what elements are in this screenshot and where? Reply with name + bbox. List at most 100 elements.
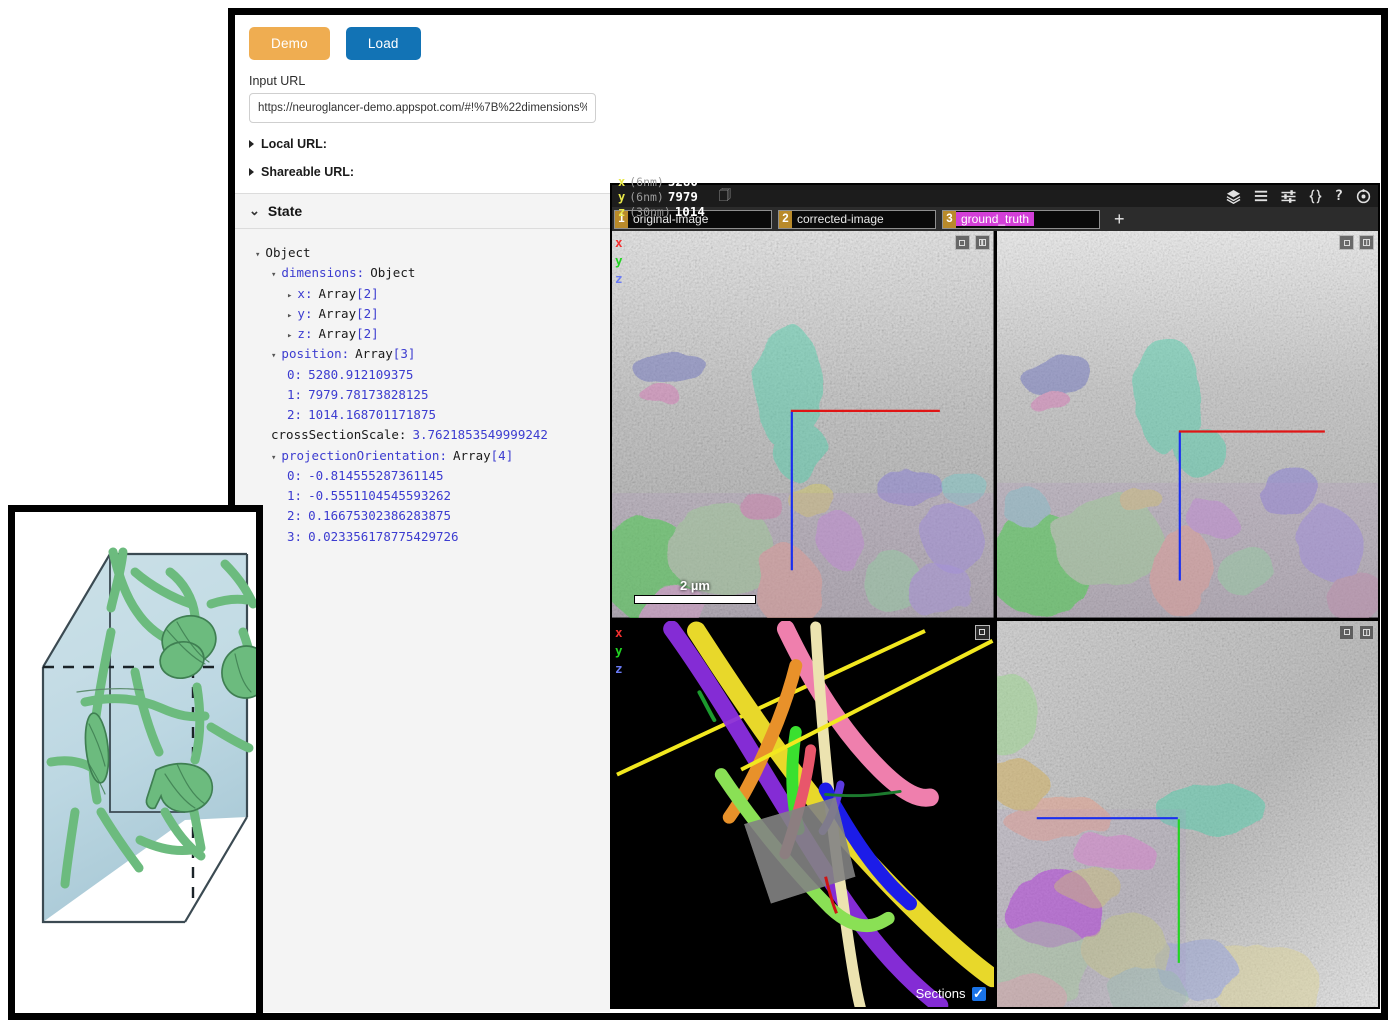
maximize-panel-icon[interactable]	[1339, 235, 1354, 250]
action-button-row: Demo Load	[249, 27, 596, 60]
state-tree-key: projectionOrientation:	[281, 447, 447, 463]
application-window: Demo Load Input URL Local URL: Shareable…	[228, 8, 1388, 1020]
state-tree-value: 3.7621853549999242	[412, 427, 548, 443]
axis-label-z: z	[615, 660, 623, 676]
scale-bar-line	[634, 594, 756, 604]
axis-label-x: x	[615, 624, 623, 640]
maximize-panel-icon[interactable]	[974, 624, 990, 640]
coordinate-value[interactable]: 1014	[675, 204, 705, 219]
state-title: State	[267, 203, 303, 219]
viewer-toolbar: x (6nm) 5280 y (6nm) 7979 z (30nm) 1014 🗍	[612, 174, 1378, 219]
state-tree-node: 2: 1014.168701171875	[245, 405, 600, 425]
coordinate-axis-label: x	[618, 174, 626, 189]
sliders-icon[interactable]	[1281, 189, 1296, 204]
state-json-tree[interactable]: ▾ Object ▾ dimensions: Object ▸ x: Array[2] ▸ y: A…	[235, 229, 610, 1012]
help-icon[interactable]: ?	[1335, 188, 1343, 204]
state-tree-key: 0:	[287, 366, 303, 382]
tree-expand-closed-icon[interactable]: ▸	[287, 309, 292, 324]
input-url-field[interactable]	[249, 93, 596, 123]
input-url-label: Input URL	[249, 74, 306, 88]
sections-label: Sections	[915, 986, 966, 1001]
load-button[interactable]: Load	[345, 27, 421, 60]
state-tree-node[interactable]: ▾ Object	[245, 243, 600, 263]
viewer-toolbar-icons: ?	[1226, 185, 1371, 207]
sections-checkbox[interactable]: ✓	[971, 986, 986, 1001]
state-tree-value: -0.814555287361145	[308, 467, 444, 483]
local-url-disclosure[interactable]: Local URL:	[249, 137, 596, 151]
state-tree-key: x:	[297, 285, 313, 301]
state-tree-value: 7979.78173828125	[308, 386, 429, 402]
layer-name: corrected-image	[797, 212, 884, 226]
panel-yz-cross-section[interactable]	[996, 620, 1378, 1007]
state-tree-key: crossSectionScale:	[271, 427, 407, 443]
axis-orientation-labels: x y z	[615, 624, 623, 678]
state-tree-value: Array[2]	[318, 285, 379, 301]
state-tree-key: y:	[297, 305, 313, 321]
coordinate-x[interactable]: x (6nm) 5280	[618, 174, 705, 189]
coordinate-y[interactable]: y (6nm) 7979	[618, 189, 705, 204]
state-tree-node[interactable]: ▾ projectionOrientation: Array[4]	[245, 446, 600, 466]
split-panel-icon[interactable]	[1359, 624, 1374, 640]
tree-expand-closed-icon[interactable]: ▸	[287, 329, 292, 344]
layer-tab-corrected-image[interactable]: 2 corrected-image	[778, 209, 936, 229]
split-panel-icon[interactable]	[1359, 235, 1374, 250]
panel-3d-projection[interactable]: x y z Sections ✓	[612, 620, 994, 1007]
layer-number-badge: 3	[943, 210, 956, 228]
layer-tab-ground_truth[interactable]: 3 ground_truth	[942, 209, 1100, 229]
state-tree-node: 1: -0.5551104545593262	[245, 486, 600, 506]
state-tree-value: Array[4]	[453, 447, 514, 463]
coordinate-axis-label: z	[618, 204, 626, 219]
maximize-panel-icon[interactable]	[954, 235, 970, 250]
coordinate-display[interactable]: x (6nm) 5280 y (6nm) 7979 z (30nm) 1014	[618, 174, 717, 219]
state-tree-node: 3: 0.023356178775429726	[245, 527, 600, 547]
state-tree-node[interactable]: ▸ y: Array[2]	[245, 304, 600, 324]
state-tree-key: 1:	[287, 488, 303, 503]
panel-xz-cross-section[interactable]	[996, 231, 1378, 618]
demo-button[interactable]: Demo	[249, 27, 330, 60]
state-tree-key: 0:	[287, 467, 303, 483]
state-tree-node[interactable]: ▸ x: Array[2]	[245, 284, 600, 304]
viewer-panel-grid: x y z 2 µm x y z Sections ✓	[612, 231, 1378, 1007]
sections-toggle[interactable]: Sections ✓	[916, 986, 986, 1001]
coordinate-unit: (6nm)	[629, 174, 664, 189]
layer-tab-bar: 1 original-image 2 corrected-image 3 ground_t…	[612, 207, 1378, 231]
chevron-right-icon	[249, 140, 254, 148]
state-tree-node: 0: 5280.912109375	[245, 365, 600, 385]
settings-icon[interactable]	[1356, 188, 1371, 204]
neuroglancer-viewer: x (6nm) 5280 y (6nm) 7979 z (30nm) 1014 🗍	[610, 174, 1380, 1009]
coordinate-z[interactable]: z (30nm) 1014	[618, 204, 705, 219]
state-tree-key: Object	[265, 245, 311, 260]
chevron-down-icon: ⌄	[249, 202, 260, 218]
state-tree-key: position:	[281, 346, 350, 362]
state-tree-value: 1014.168701171875	[308, 407, 436, 422]
add-layer-button[interactable]: +	[1106, 210, 1133, 228]
state-tree-node[interactable]: ▾ dimensions: Object	[245, 263, 600, 283]
chevron-right-icon	[249, 168, 254, 176]
state-tree-value: 0.023356178775429726	[308, 528, 459, 544]
list-icon[interactable]	[1254, 189, 1268, 203]
split-panel-icon[interactable]	[974, 235, 990, 250]
tree-expand-open-icon[interactable]: ▾	[271, 349, 276, 364]
coordinate-value[interactable]: 5280	[668, 174, 698, 189]
state-tree-node: crossSectionScale: 3.7621853549999242	[245, 425, 600, 445]
panel-corner-buttons	[1339, 624, 1374, 640]
maximize-panel-icon[interactable]	[1339, 624, 1354, 640]
layers-icon[interactable]	[1226, 189, 1241, 204]
tree-expand-open-icon[interactable]: ▾	[271, 451, 276, 466]
state-section-header[interactable]: ⌄ State	[235, 194, 610, 229]
panel-corner-buttons	[1339, 235, 1374, 250]
state-tree-node[interactable]: ▸ z: Array[2]	[245, 324, 600, 344]
tree-expand-open-icon[interactable]: ▾	[255, 248, 260, 263]
coordinate-value[interactable]: 7979	[668, 189, 698, 204]
tree-expand-open-icon[interactable]: ▾	[271, 268, 276, 283]
coordinate-unit: (30nm)	[629, 204, 671, 219]
copy-icon[interactable]: 🗍	[719, 186, 731, 207]
tree-expand-closed-icon[interactable]: ▸	[287, 289, 292, 304]
scale-bar: 2 µm	[634, 578, 756, 604]
state-tree-key: 3:	[287, 528, 303, 544]
braces-icon[interactable]	[1309, 189, 1322, 204]
shareable-url-disclosure[interactable]: Shareable URL:	[249, 165, 596, 179]
state-tree-node: 0: -0.814555287361145	[245, 466, 600, 486]
state-tree-node[interactable]: ▾ position: Array[3]	[245, 344, 600, 364]
panel-xy-cross-section[interactable]: x y z 2 µm	[612, 231, 994, 618]
